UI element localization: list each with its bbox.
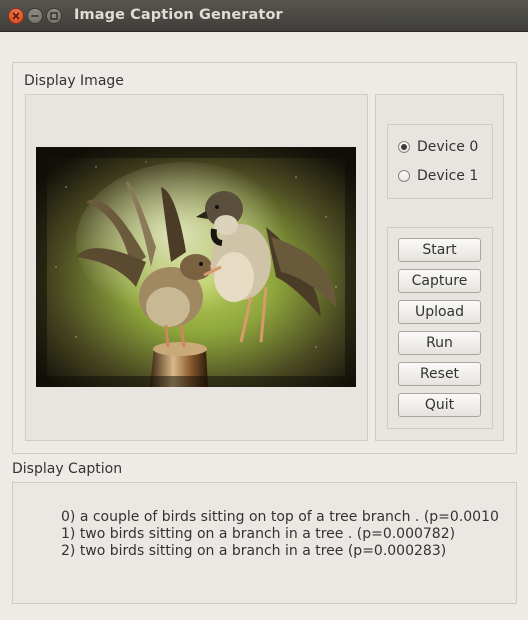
reset-button[interactable]: Reset xyxy=(398,362,481,386)
minimize-icon xyxy=(31,15,39,17)
photo-two-sparrows xyxy=(36,147,356,387)
display-image xyxy=(36,147,356,387)
capture-button[interactable]: Capture xyxy=(398,269,481,293)
device-select-group xyxy=(387,124,493,199)
device-0-radio[interactable]: Device 0 xyxy=(398,138,478,156)
radio-unchecked-icon xyxy=(398,170,410,182)
display-image-title: Display Image xyxy=(24,73,124,89)
upload-button[interactable]: Upload xyxy=(398,300,481,324)
title-bar: Image Caption Generator xyxy=(0,0,528,32)
minimize-window-button[interactable] xyxy=(27,8,43,24)
device-0-label: Device 0 xyxy=(417,139,479,155)
device-1-radio[interactable]: Device 1 xyxy=(398,167,478,185)
close-icon xyxy=(12,12,20,20)
radio-checked-icon xyxy=(398,141,410,153)
maximize-window-button[interactable] xyxy=(46,8,62,24)
device-1-label: Device 1 xyxy=(417,168,479,184)
display-caption-title: Display Caption xyxy=(12,461,123,477)
run-button[interactable]: Run xyxy=(398,331,481,355)
caption-line-2: 2) two birds sitting on a branch in a tr… xyxy=(61,543,447,559)
maximize-icon xyxy=(50,12,58,20)
caption-line-0: 0) a couple of birds sitting on top of a… xyxy=(61,509,499,525)
start-button[interactable]: Start xyxy=(398,238,481,262)
window-title: Image Caption Generator xyxy=(74,7,283,23)
caption-line-1: 1) two birds sitting on a branch in a tr… xyxy=(61,526,456,542)
close-window-button[interactable] xyxy=(8,8,24,24)
quit-button[interactable]: Quit xyxy=(398,393,481,417)
